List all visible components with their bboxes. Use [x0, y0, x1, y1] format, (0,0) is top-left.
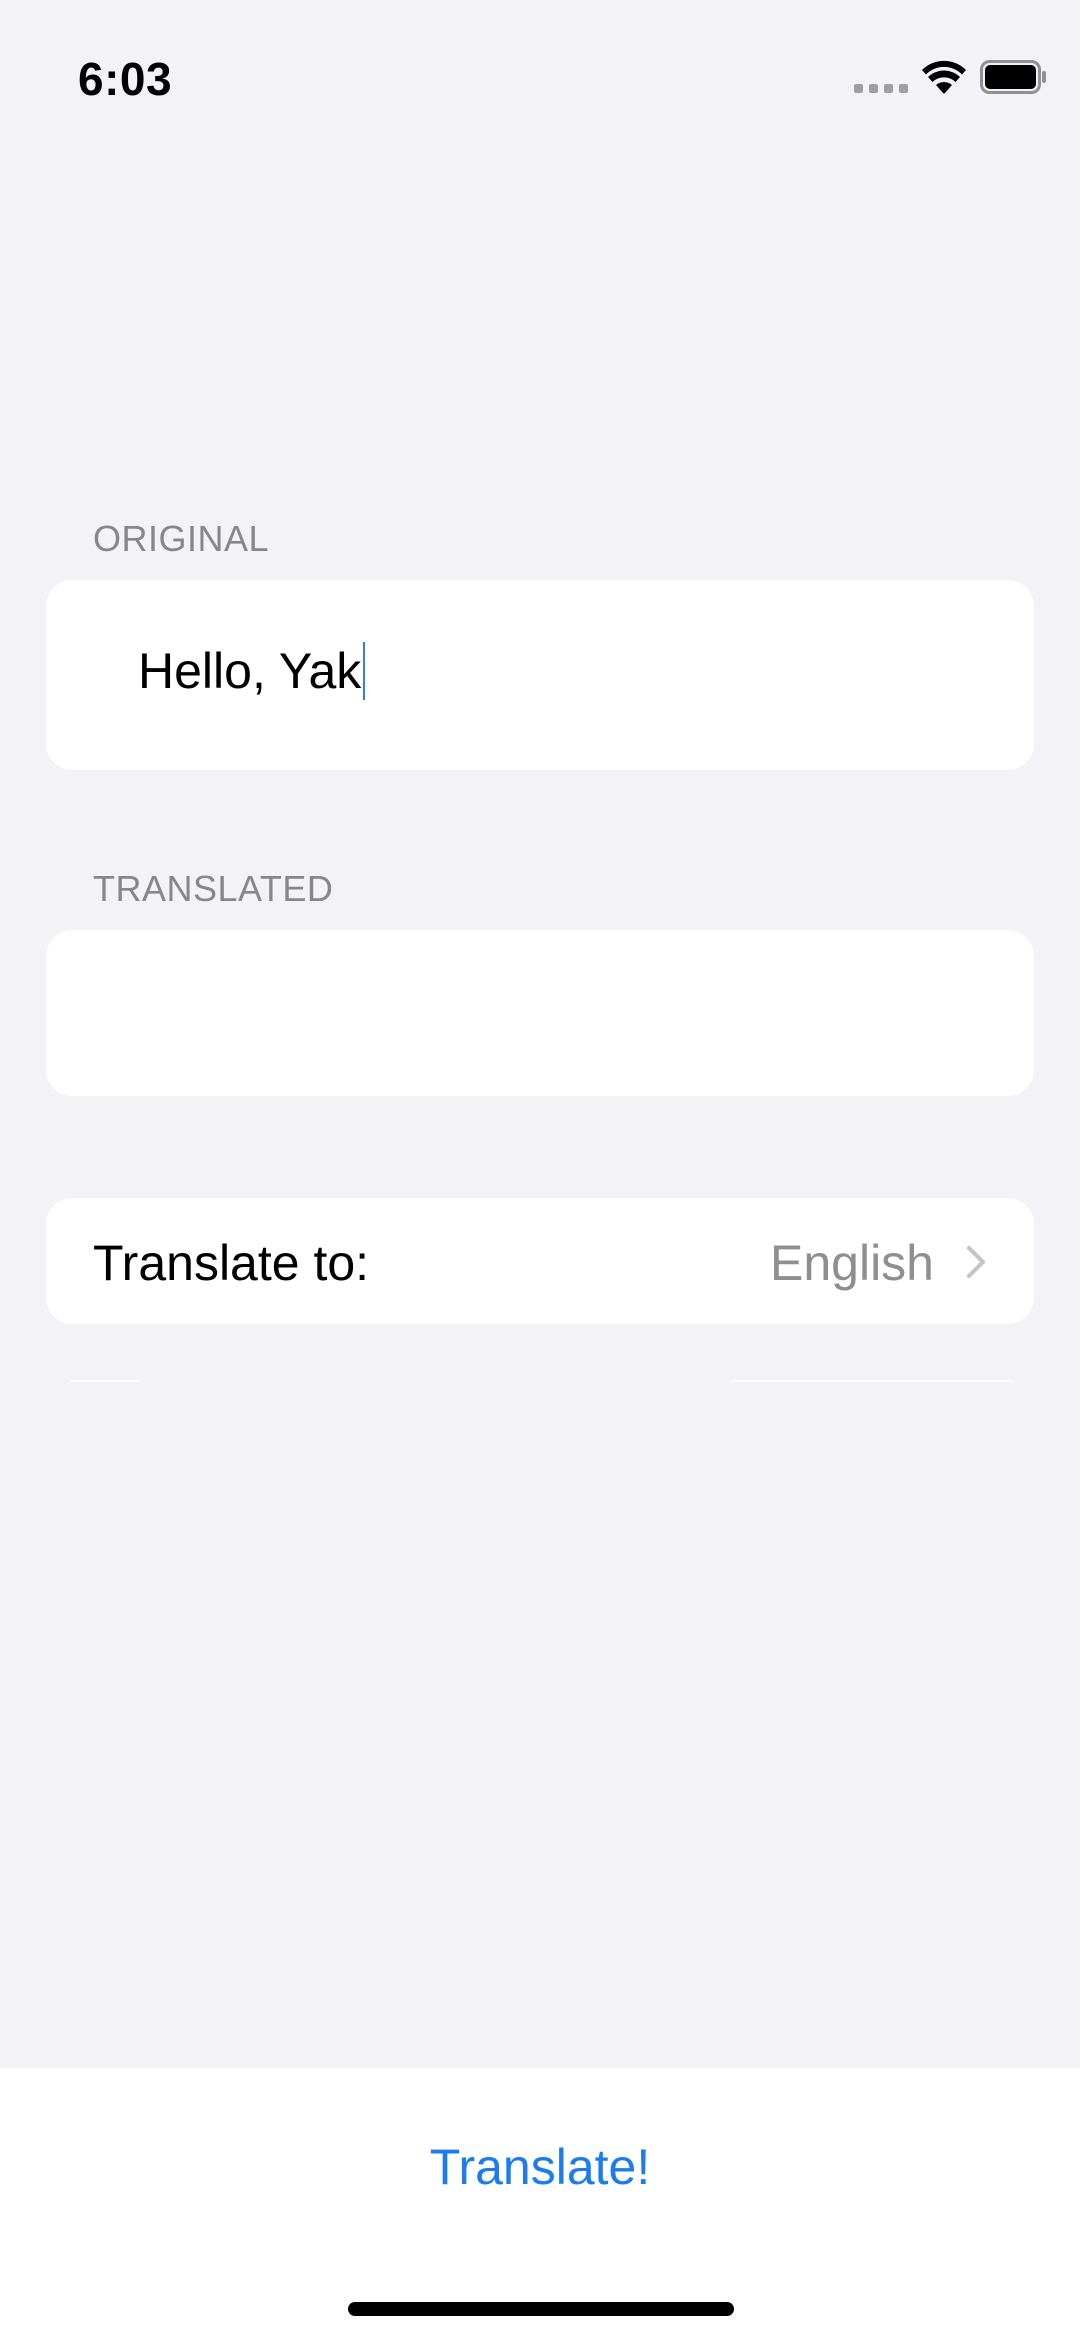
home-indicator[interactable]: [348, 2302, 734, 2316]
divider: [730, 1380, 1014, 1382]
status-time: 6:03: [78, 53, 173, 105]
translate-to-picker[interactable]: Translate to: English: [46, 1198, 1034, 1324]
chevron-right-icon: [967, 1246, 985, 1278]
translated-card: [46, 930, 1034, 1096]
translate-to-label: Translate to:: [93, 1235, 370, 1291]
translated-section-header: TRANSLATED: [93, 868, 334, 909]
battery-icon: [980, 60, 1046, 94]
original-text-value: Hello, Yak: [138, 643, 362, 699]
status-bar: 6:03: [0, 0, 1080, 140]
original-text-input[interactable]: Hello, Yak: [138, 640, 366, 702]
wifi-icon: [922, 60, 966, 94]
bottom-toolbar: Translate!: [0, 2068, 1080, 2340]
translate-to-value: English: [770, 1235, 934, 1291]
divider: [70, 1380, 140, 1382]
original-card: Hello, Yak: [46, 580, 1034, 770]
cellular-signal-icon: [854, 84, 908, 94]
translate-button[interactable]: Translate!: [0, 2138, 1080, 2196]
original-section-header: ORIGINAL: [93, 518, 270, 559]
text-caret: [363, 641, 366, 700]
